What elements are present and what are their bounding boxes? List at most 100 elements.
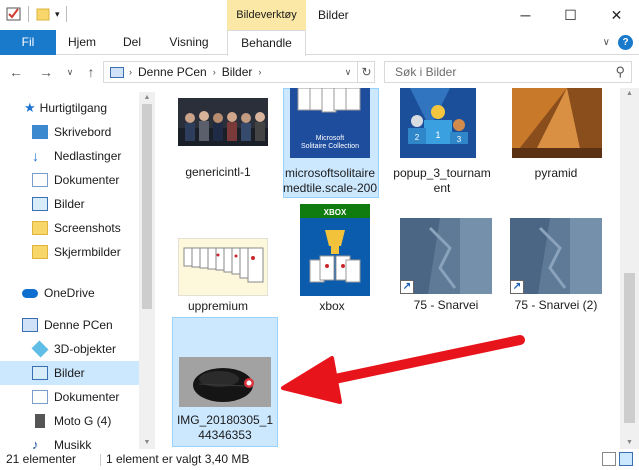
- svg-text:1: 1: [435, 130, 440, 140]
- group-photo-thumbnail: [178, 98, 268, 146]
- nav-item-hurtigtilgang[interactable]: ★ Hurtigtilgang: [24, 96, 155, 120]
- solitaire-thumbnail: Microsoft Solitaire Collection: [290, 88, 370, 158]
- file-name: popup_3_tournament: [393, 166, 491, 195]
- maximize-button[interactable]: ☐: [548, 0, 593, 30]
- tournament-podium-thumbnail: 1 2 3: [400, 88, 476, 158]
- desktop-icon: [32, 125, 48, 139]
- navigation-bar: ← → ∨ ↑ › Denne PCen › Bilder › ∨ ↻ Søk …: [0, 56, 639, 88]
- window-title: Bilder: [318, 8, 349, 22]
- shortcut-arrow-icon: ↗: [400, 280, 414, 294]
- file-item-75-snarvei[interactable]: ↗ 75 - Snarvei: [396, 218, 496, 318]
- file-item-75-snarvei-2[interactable]: ↗ 75 - Snarvei (2): [506, 218, 606, 318]
- content-scroll-thumb[interactable]: [624, 273, 635, 423]
- chevron-right-icon[interactable]: ›: [258, 67, 261, 77]
- phone-icon: [35, 414, 45, 428]
- file-name: microsoftsolitairemedtile.scale-200: [282, 166, 378, 195]
- nav-item-dokumenter-pc[interactable]: Dokumenter: [32, 385, 155, 409]
- nav-item-musikk[interactable]: ♪ Musikk: [32, 433, 155, 450]
- document-icon: [32, 390, 48, 404]
- star-icon: ★: [24, 100, 36, 115]
- scroll-up-icon[interactable]: ▲: [139, 92, 155, 104]
- file-item-uppremium[interactable]: uppremium: [168, 206, 268, 316]
- nav-item-bilder[interactable]: Bilder: [0, 361, 139, 385]
- qat-dropdown-icon[interactable]: ▾: [55, 9, 60, 20]
- nav-item-3d-objekter[interactable]: 3D-objekter: [31, 337, 155, 361]
- folder-icon: [32, 245, 48, 259]
- file-item-img-20180305[interactable]: IMG_20180305_144346353: [172, 317, 278, 447]
- selection-info: 1 element er valgt 3,40 MB: [106, 452, 250, 466]
- quick-access-toolbar: ▾: [6, 6, 69, 22]
- back-arrow-icon[interactable]: ←: [6, 62, 26, 82]
- scroll-up-icon[interactable]: ▲: [620, 88, 639, 100]
- address-dropdown-icon[interactable]: ∨: [338, 62, 358, 82]
- breadcrumb-bilder[interactable]: Bilder: [222, 65, 253, 79]
- nav-item-onedrive[interactable]: OneDrive: [22, 281, 155, 305]
- properties-icon[interactable]: [6, 6, 22, 22]
- scroll-down-icon[interactable]: ▼: [620, 437, 639, 449]
- svg-text:2: 2: [415, 133, 420, 142]
- folder-icon: [32, 221, 48, 235]
- context-tab-label: Bildeverktøy: [227, 0, 306, 30]
- cube-3d-icon: [31, 340, 49, 358]
- forward-arrow-icon[interactable]: →: [36, 62, 56, 82]
- mouse-photo-thumbnail: [179, 357, 271, 407]
- close-button[interactable]: ✕: [594, 0, 639, 30]
- nav-item-skrivebord[interactable]: Skrivebord 📌: [32, 120, 155, 144]
- onedrive-cloud-icon: [22, 288, 38, 298]
- up-arrow-icon[interactable]: ↑: [81, 62, 101, 82]
- file-item-pyramid[interactable]: pyramid: [506, 88, 606, 188]
- svg-text:XBOX: XBOX: [324, 208, 347, 217]
- nav-item-bilder-quick[interactable]: Bilder: [32, 192, 155, 216]
- file-name: 75 - Snarvei: [413, 298, 479, 312]
- status-divider: [100, 454, 101, 466]
- nav-item-nedlastinger[interactable]: ↓ Nedlastinger: [32, 144, 155, 168]
- search-icon: ⚲: [615, 64, 625, 79]
- file-name: 75 - Snarvei (2): [514, 298, 598, 312]
- nav-item-screenshots[interactable]: Screenshots: [32, 216, 155, 240]
- scroll-down-icon[interactable]: ▼: [139, 437, 155, 449]
- large-icons-view-icon[interactable]: [619, 452, 633, 466]
- nav-scroll-thumb[interactable]: [142, 104, 152, 309]
- address-bar[interactable]: › Denne PCen › Bilder ›: [103, 61, 375, 83]
- ribbon-tabs: Fil Hjem Del Visning Behandle ∨ ?: [0, 30, 639, 56]
- new-folder-icon[interactable]: [35, 6, 51, 22]
- expand-ribbon-icon[interactable]: ∨: [603, 37, 610, 48]
- refresh-icon[interactable]: ↻: [357, 61, 375, 83]
- recent-locations-icon[interactable]: ∨: [60, 62, 80, 82]
- nav-item-skjermbilder[interactable]: Skjermbilder: [32, 240, 155, 264]
- nav-item-moto-g[interactable]: Moto G (4): [32, 409, 155, 433]
- nav-scrollbar[interactable]: ▲ ▼: [139, 92, 155, 449]
- nav-item-denne-pcen[interactable]: Denne PCen: [22, 313, 155, 337]
- file-item-genericintl[interactable]: genericintl-1: [168, 88, 268, 188]
- minimize-button[interactable]: ─: [503, 0, 548, 30]
- title-bar: ▾ Bildeverktøy Bilder ─ ☐ ✕: [0, 0, 639, 30]
- file-item-xbox[interactable]: XBOX xbox: [288, 204, 388, 314]
- file-name: IMG_20180305_144346353: [176, 413, 274, 442]
- chevron-right-icon[interactable]: ›: [129, 67, 132, 77]
- tab-del[interactable]: Del: [112, 30, 152, 55]
- svg-text:Microsoft: Microsoft: [316, 135, 344, 142]
- file-item-solitaire[interactable]: Microsoft Solitaire Collection microsoft…: [280, 88, 380, 198]
- content-scrollbar[interactable]: ▲ ▼: [620, 88, 639, 449]
- details-view-icon[interactable]: [602, 452, 616, 466]
- breadcrumb-denne-pcen[interactable]: Denne PCen: [138, 65, 207, 79]
- pyramid-thumbnail: [512, 88, 602, 158]
- search-input[interactable]: Søk i Bilder ⚲: [384, 61, 632, 83]
- tab-visning[interactable]: Visning: [158, 30, 220, 55]
- tab-behandle[interactable]: Behandle: [227, 30, 306, 56]
- pictures-location-icon: [110, 66, 124, 78]
- shortcut-arrow-icon: ↗: [510, 280, 524, 294]
- nav-item-dokumenter[interactable]: Dokumenter: [32, 168, 155, 192]
- help-icon[interactable]: ?: [618, 35, 633, 50]
- status-bar: 21 elementer 1 element er valgt 3,40 MB: [0, 449, 639, 470]
- navigation-pane: ★ Hurtigtilgang Skrivebord 📌 ↓ Nedlastin…: [0, 92, 155, 449]
- svg-text:Solitaire Collection: Solitaire Collection: [301, 143, 359, 150]
- file-item-popup-tournament[interactable]: 1 2 3 popup_3_tournament: [392, 88, 492, 198]
- tab-hjem[interactable]: Hjem: [58, 30, 106, 55]
- tab-fil[interactable]: Fil: [0, 30, 56, 55]
- xbox-thumbnail: XBOX: [300, 204, 370, 296]
- file-list: genericintl-1 Microsoft Solitaire Collec…: [160, 88, 620, 449]
- search-placeholder: Søk i Bilder: [395, 65, 457, 79]
- chevron-right-icon[interactable]: ›: [213, 67, 216, 77]
- download-arrow-icon: ↓: [32, 148, 39, 164]
